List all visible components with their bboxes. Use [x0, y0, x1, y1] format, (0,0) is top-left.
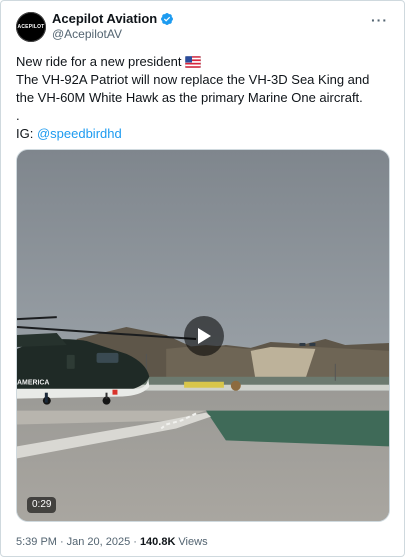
verified-badge-icon [161, 13, 174, 25]
author-names: Acepilot Aviation @AcepilotAV [52, 11, 174, 42]
tweet-meta: 5:39 PM · Jan 20, 2025 · 140.8K Views [16, 536, 208, 548]
avatar-logo-text: ACEPILOT [17, 23, 45, 30]
tweet-line-3: the VH-60M White Hawk as the primary Mar… [16, 90, 363, 105]
tweet-text: New ride for a new president The VH-92A … [16, 53, 396, 143]
name-row: Acepilot Aviation [52, 11, 174, 27]
video-duration-badge: 0:29 [27, 497, 57, 513]
views-count: 140.8K [139, 536, 176, 548]
video-player[interactable]: AMERICA 0:29 [16, 149, 390, 522]
play-icon [198, 328, 211, 344]
tweet-card: ACEPILOT Acepilot Aviation @AcepilotAV ·… [0, 0, 405, 557]
author-display-name[interactable]: Acepilot Aviation [52, 11, 157, 27]
us-flag-icon [185, 56, 202, 68]
tweet-line-2: The VH-92A Patriot will now replace the … [16, 72, 370, 87]
tweet-line-1-text: New ride for a new president [16, 54, 182, 69]
instagram-handle-link[interactable]: @speedbirdhd [37, 126, 122, 141]
play-button[interactable] [184, 316, 224, 356]
views-label: Views [178, 536, 208, 548]
helicopter-marking: AMERICA [17, 380, 49, 387]
avatar[interactable]: ACEPILOT [16, 11, 46, 42]
meta-separator: · [59, 536, 64, 548]
tweet-line-4: . [16, 108, 20, 123]
tweet-date[interactable]: Jan 20, 2025 [67, 536, 131, 548]
meta-separator-2: · [133, 536, 137, 548]
more-options-button[interactable]: ··· [371, 12, 388, 28]
author-handle[interactable]: @AcepilotAV [52, 27, 174, 42]
tweet-line-ig: IG: @speedbirdhd [16, 125, 396, 143]
tweet-header: ACEPILOT Acepilot Aviation @AcepilotAV [16, 11, 174, 42]
ig-prefix: IG: [16, 126, 37, 141]
tweet-line-1: New ride for a new president [16, 53, 396, 71]
tweet-time[interactable]: 5:39 PM [16, 536, 57, 548]
